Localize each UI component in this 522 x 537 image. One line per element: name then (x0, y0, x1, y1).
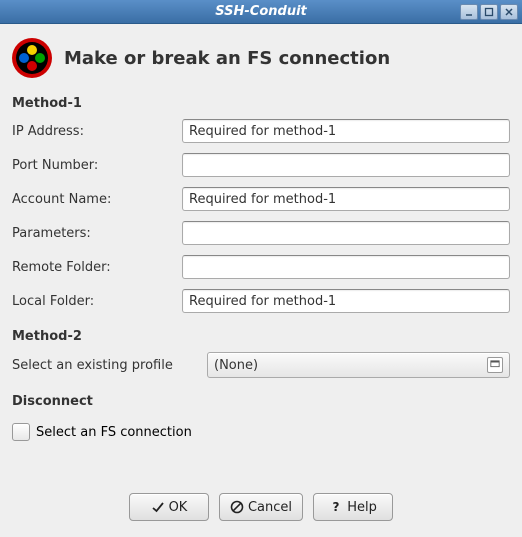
page-title: Make or break an FS connection (64, 48, 390, 69)
row-remote-folder: Remote Folder: (12, 255, 510, 279)
row-port-number: Port Number: (12, 153, 510, 177)
window-controls (460, 4, 518, 20)
ok-button-label: OK (169, 500, 188, 515)
label-profile-select: Select an existing profile (12, 358, 207, 373)
check-icon (151, 500, 165, 514)
row-disconnect-checkbox: Select an FS connection (12, 423, 510, 441)
row-account-name: Account Name: (12, 187, 510, 211)
window-title: SSH-Conduit (0, 4, 522, 19)
titlebar: SSH-Conduit (0, 0, 522, 24)
cancel-button[interactable]: Cancel (219, 493, 303, 521)
close-button[interactable] (500, 4, 518, 20)
label-ip-address: IP Address: (12, 124, 182, 139)
row-parameters: Parameters: (12, 221, 510, 245)
minimize-button[interactable] (460, 4, 478, 20)
dialog-content: Make or break an FS connection Method-1 … (0, 24, 522, 537)
section-method1-title: Method-1 (12, 96, 510, 111)
input-parameters[interactable] (182, 221, 510, 245)
section-method2-title: Method-2 (12, 329, 510, 344)
select-profile-value: (None) (214, 358, 487, 373)
checkbox-select-fs[interactable] (12, 423, 30, 441)
section-disconnect-title: Disconnect (12, 394, 510, 409)
label-local-folder: Local Folder: (12, 294, 182, 309)
row-local-folder: Local Folder: (12, 289, 510, 313)
button-row: OK Cancel ? Help (12, 493, 510, 527)
svg-text:?: ? (333, 500, 340, 514)
label-select-fs: Select an FS connection (36, 425, 192, 440)
row-ip-address: IP Address: (12, 119, 510, 143)
maximize-button[interactable] (480, 4, 498, 20)
cancel-button-label: Cancel (248, 500, 292, 515)
input-account-name[interactable] (182, 187, 510, 211)
ok-button[interactable]: OK (129, 493, 209, 521)
label-account-name: Account Name: (12, 192, 182, 207)
help-icon: ? (329, 500, 343, 514)
input-ip-address[interactable] (182, 119, 510, 143)
input-remote-folder[interactable] (182, 255, 510, 279)
input-port-number[interactable] (182, 153, 510, 177)
help-button-label: Help (347, 500, 377, 515)
header: Make or break an FS connection (12, 34, 510, 90)
row-profile-select: Select an existing profile (None) (12, 352, 510, 378)
dropdown-icon (487, 357, 503, 373)
cancel-icon (230, 500, 244, 514)
select-profile[interactable]: (None) (207, 352, 510, 378)
label-remote-folder: Remote Folder: (12, 260, 182, 275)
label-parameters: Parameters: (12, 226, 182, 241)
app-icon (12, 38, 52, 78)
label-port-number: Port Number: (12, 158, 182, 173)
help-button[interactable]: ? Help (313, 493, 393, 521)
input-local-folder[interactable] (182, 289, 510, 313)
